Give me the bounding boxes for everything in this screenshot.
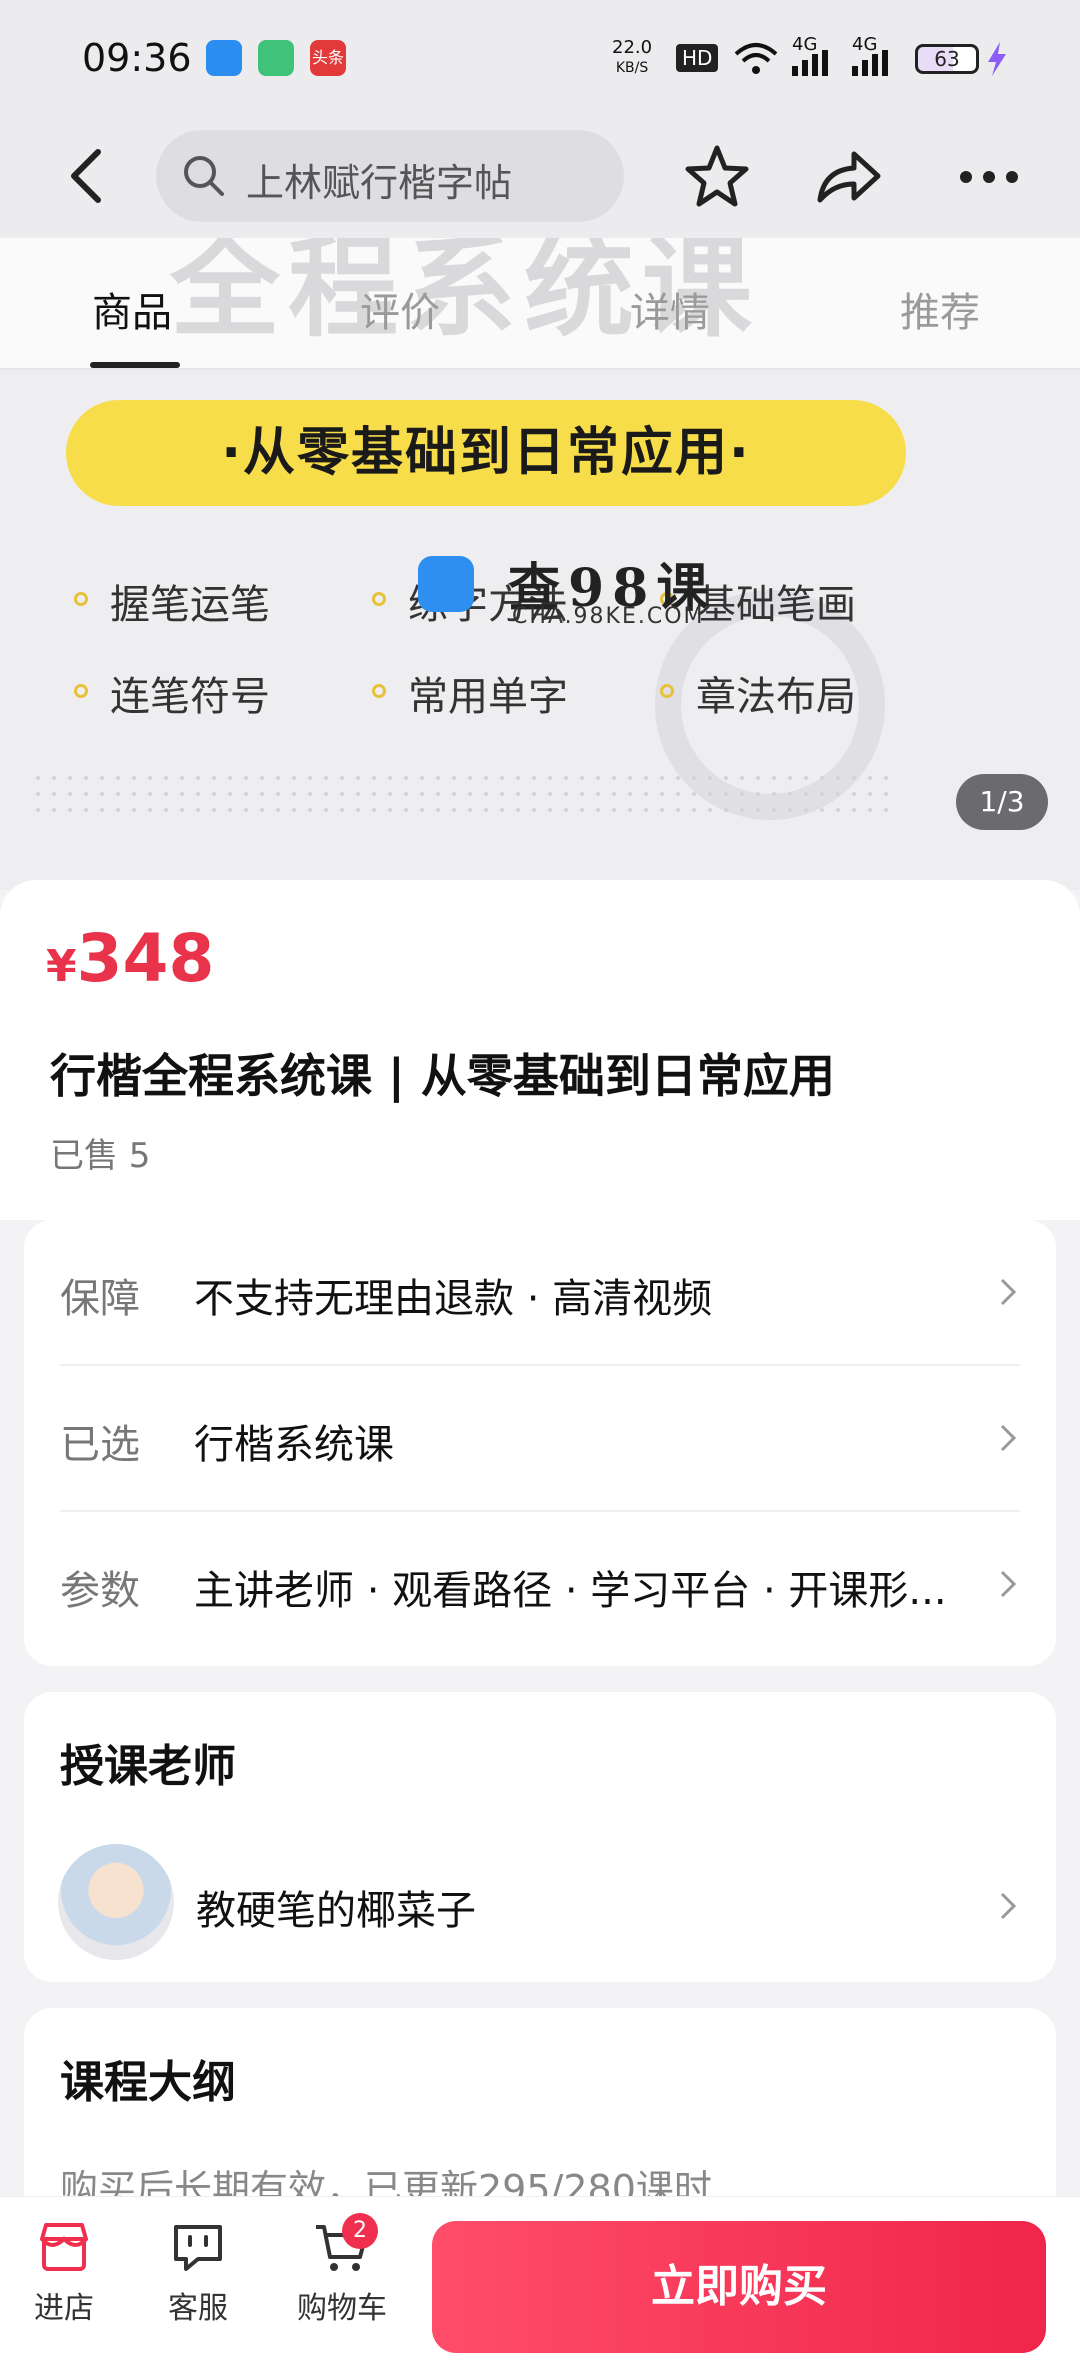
active-tab-indicator	[90, 362, 180, 368]
top-navigation: 上林赋行楷字帖	[0, 120, 1080, 238]
row-params[interactable]: 参数 主讲老师 · 观看路径 · 学习平台 · 开课形...	[24, 1512, 1056, 1656]
carousel-counter: 1/3	[956, 774, 1048, 830]
search-icon	[184, 156, 224, 196]
tplink-app-icon	[206, 40, 242, 76]
feature-item: 章法布局	[696, 674, 856, 720]
signal-bars-1-icon	[792, 50, 828, 76]
chevron-right-icon	[1000, 1424, 1017, 1452]
back-arrow-icon[interactable]	[62, 146, 112, 206]
product-image-carousel[interactable]: ·从零基础到日常应用· 握笔运笔 练字方法 基础笔画 连笔符号 常用单字 章法布…	[0, 370, 1080, 890]
favorite-star-icon[interactable]	[682, 142, 752, 212]
wifi-app-icon	[258, 40, 294, 76]
teacher-avatar	[58, 1844, 174, 1960]
more-options-icon[interactable]	[954, 142, 1024, 212]
bullet-dot	[74, 684, 88, 698]
section-tabs: 全程系统课 商品 评价 详情 推荐	[0, 238, 1080, 370]
row-label: 参数	[60, 1568, 140, 1614]
row-selected[interactable]: 已选 行楷系统课	[24, 1366, 1056, 1510]
hd-badge: HD	[676, 44, 719, 72]
net-speed: 22.0 KB/S	[612, 38, 652, 78]
bullet-dot	[74, 592, 88, 606]
chevron-right-icon	[1000, 1892, 1017, 1920]
banner-headline: ·从零基础到日常应用·	[66, 400, 906, 506]
teacher-name: 教硬笔的椰菜子	[196, 1888, 476, 1934]
product-summary: ¥348 行楷全程系统课 | 从零基础到日常应用 已售 5	[0, 880, 1080, 1220]
bullet-dot	[372, 684, 386, 698]
battery-indicator: 63	[915, 44, 979, 74]
teacher-card[interactable]: 授课老师 教硬笔的椰菜子	[24, 1692, 1056, 1982]
product-title: 行楷全程系统课 | 从零基础到日常应用	[50, 1049, 835, 1103]
feature-item: 握笔运笔	[110, 582, 270, 628]
feature-item: 基础笔画	[696, 582, 856, 628]
price-currency: ¥	[46, 941, 77, 992]
outline-card[interactable]: 课程大纲 购买后长期有效，已更新295/280课时	[24, 2008, 1056, 2228]
info-card: 保障 不支持无理由退款 · 高清视频 已选 行楷系统课 参数 主讲老师 · 观看…	[24, 1220, 1056, 1666]
chat-icon	[174, 2225, 222, 2271]
cart-count-badge: 2	[342, 2213, 378, 2249]
row-value: 不支持无理由退款 · 高清视频	[194, 1276, 713, 1322]
feature-item: 连笔符号	[110, 674, 270, 720]
row-value: 行楷系统课	[194, 1422, 394, 1468]
price: ¥348	[46, 920, 214, 997]
row-label: 保障	[60, 1276, 140, 1322]
row-value: 主讲老师 · 观看路径 · 学习平台 · 开课形...	[194, 1568, 947, 1614]
tab-reviews[interactable]: 评价	[360, 280, 440, 338]
status-time: 09:36	[82, 36, 192, 80]
tab-recommend[interactable]: 推荐	[900, 280, 980, 338]
price-value: 348	[76, 920, 215, 997]
feature-item: 常用单字	[408, 674, 568, 720]
row-guarantee[interactable]: 保障 不支持无理由退款 · 高清视频	[24, 1220, 1056, 1364]
sold-count: 已售 5	[50, 1136, 151, 1176]
bullet-dot	[372, 592, 386, 606]
tab-details[interactable]: 详情	[630, 280, 710, 338]
charging-icon	[988, 42, 1006, 76]
chevron-right-icon	[1000, 1278, 1017, 1306]
search-bar[interactable]: 上林赋行楷字帖	[156, 130, 624, 222]
wifi-icon	[734, 43, 778, 74]
tab-product[interactable]: 商品	[92, 280, 172, 338]
shop-icon	[40, 2223, 88, 2271]
watermark-url: CHA.98KE.COM	[512, 604, 705, 629]
net-speed-unit: KB/S	[615, 60, 649, 76]
bullet-dot	[660, 684, 674, 698]
buy-now-button[interactable]: 立即购买	[432, 2221, 1046, 2353]
search-query: 上林赋行楷字帖	[246, 161, 513, 205]
shop-label: 进店	[34, 2291, 94, 2326]
row-label: 已选	[60, 1422, 140, 1468]
decorative-dot-grid	[30, 770, 890, 820]
watermark-logo-icon	[418, 556, 474, 612]
toutiao-app-icon: 头条	[310, 40, 346, 76]
bottom-action-bar: 进店 客服 购物车 2 立即购买	[0, 2196, 1080, 2376]
share-icon[interactable]	[814, 142, 884, 212]
net-speed-value: 22.0	[612, 37, 653, 58]
section-title: 课程大纲	[60, 2057, 236, 2108]
shop-button[interactable]: 进店	[4, 2217, 124, 2327]
cart-label: 购物车	[297, 2291, 387, 2326]
status-bar: 09:36 头条 22.0 KB/S HD 4G 4G 63	[0, 0, 1080, 120]
chevron-right-icon	[1000, 1570, 1017, 1598]
section-title: 授课老师	[60, 1741, 236, 1792]
customer-service-button[interactable]: 客服	[138, 2217, 258, 2327]
service-label: 客服	[168, 2291, 228, 2326]
signal-bars-2-icon	[852, 50, 888, 76]
